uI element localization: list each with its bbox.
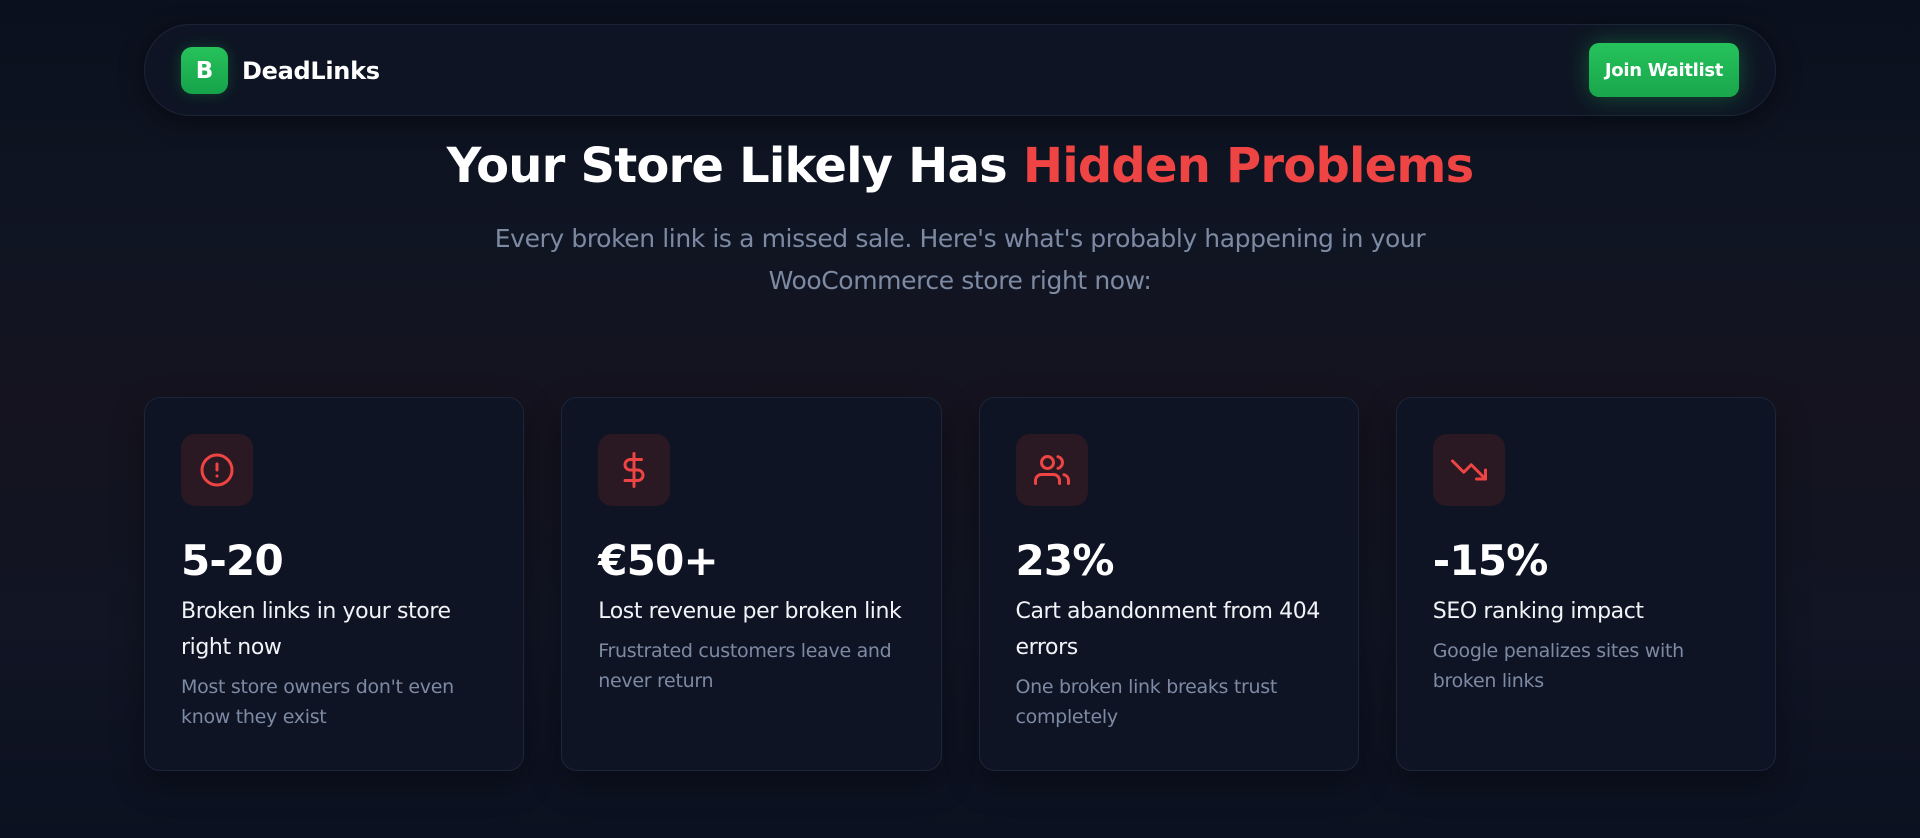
stat-value: €50+ [598,536,718,585]
stat-card-cart-abandonment: 23% Cart abandonment from 404 errors One… [978,397,1359,771]
alert-circle-icon [200,453,234,487]
stat-description: Frustrated customers leave and never ret… [598,640,892,692]
stat-description: Google penalizes sites with broken links [1432,640,1684,692]
trending-down-icon [1450,459,1487,481]
brand[interactable]: B DeadLinks [181,47,380,94]
stat-card-broken-links: 5-20 Broken links in your store right no… [144,397,525,771]
alert-circle-icon-box [181,434,253,506]
users-icon [1033,455,1070,485]
stat-description: Most store owners don't even know they e… [181,676,454,728]
join-waitlist-button[interactable]: Join Waitlist [1589,43,1739,97]
hero-subtitle-line-2: WooCommerce store right now: [768,266,1152,295]
stat-value: 5-20 [181,536,284,585]
stat-label: Cart abandonment from 404 errors [1015,599,1321,660]
stat-card-seo-impact: -15% SEO ranking impact Google penalizes… [1395,397,1776,771]
stat-label: Lost revenue per broken link [598,599,902,624]
stat-description: One broken link breaks trust completely [1015,676,1278,728]
top-navbar: B DeadLinks Join Waitlist [144,24,1776,116]
hero-title: Your Store Likely Has Hidden Problems [0,136,1920,196]
hero-title-accent: Hidden Problems [1022,138,1474,194]
brand-name: DeadLinks [242,56,380,85]
stat-value: 23% [1015,536,1115,585]
stat-label: Broken links in your store right now [181,599,451,660]
stat-value: -15% [1432,536,1549,585]
hero-title-prefix: Your Store Likely Has [446,138,1023,194]
dollar-icon [623,452,645,488]
logo-badge: B [181,47,228,94]
trending-down-icon-box [1432,434,1505,506]
stat-card-lost-revenue: €50+ Lost revenue per broken link Frustr… [561,397,942,771]
stats-cards: 5-20 Broken links in your store right no… [144,397,1776,771]
stat-label: SEO ranking impact [1432,599,1644,624]
hero-subtitle-line-1: Every broken link is a missed sale. Here… [494,224,1426,253]
hero-subtitle: Every broken link is a missed sale. Here… [480,218,1440,302]
users-icon-box [1015,434,1088,506]
dollar-icon-box [598,434,671,506]
